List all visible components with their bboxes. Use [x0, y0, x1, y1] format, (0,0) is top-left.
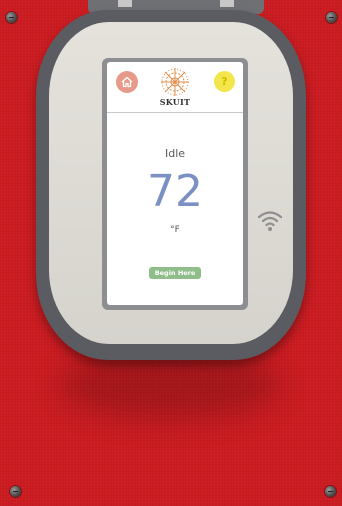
temperature-unit: °F — [170, 225, 180, 235]
screw-top-left-icon — [6, 12, 17, 23]
screw-bottom-right-icon — [325, 486, 336, 497]
begin-here-button[interactable]: Begin Here — [149, 267, 201, 279]
brand-name: SKUIT — [159, 97, 191, 107]
question-icon: ? — [221, 75, 228, 88]
current-temperature: 72 — [147, 166, 203, 217]
home-icon — [121, 76, 133, 88]
home-button[interactable] — [116, 71, 138, 93]
help-button[interactable]: ? — [214, 71, 235, 92]
skuit-logo-icon — [161, 68, 189, 96]
header-divider — [107, 112, 243, 113]
screw-top-right-icon — [326, 12, 337, 23]
wifi-icon — [257, 211, 283, 231]
thermostat-screen: SKUIT ? Idle 72 °F Begin Here — [107, 62, 243, 305]
screw-bottom-left-icon — [10, 486, 21, 497]
hvac-status: Idle — [164, 147, 186, 160]
device-shadow — [60, 350, 280, 420]
